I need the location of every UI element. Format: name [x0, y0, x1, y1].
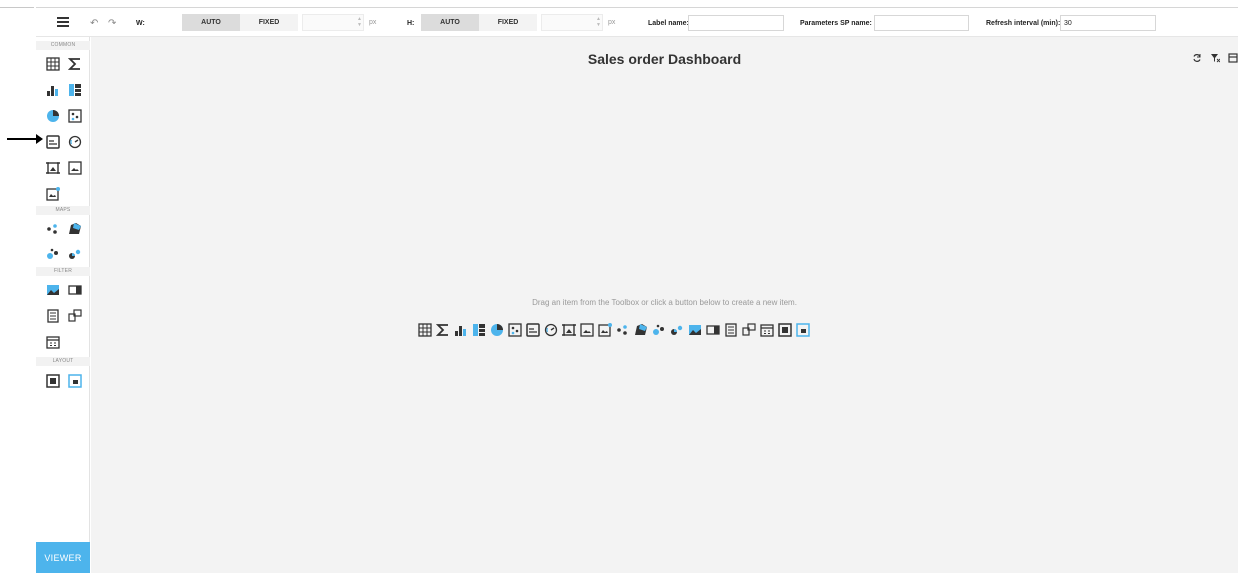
- section-filter: FILTER: [36, 267, 90, 276]
- choropleth-icon[interactable]: [68, 222, 82, 236]
- tree-view-icon[interactable]: [742, 323, 756, 337]
- refresh-interval-input[interactable]: [1060, 15, 1156, 31]
- text-box-icon[interactable]: [46, 187, 60, 201]
- group-icon[interactable]: [46, 374, 60, 388]
- width-input[interactable]: ▲ ▼: [302, 14, 364, 31]
- create-item-buttons: [418, 323, 810, 337]
- gauge-icon[interactable]: [68, 135, 82, 149]
- viewer-button[interactable]: VIEWER: [36, 542, 90, 573]
- width-fixed-button[interactable]: FIXED: [240, 14, 298, 31]
- empty-canvas-hint: Drag an item from the Toolbox or click a…: [532, 298, 797, 307]
- bar-chart-icon[interactable]: [46, 83, 60, 97]
- pie-map-icon[interactable]: [68, 247, 82, 261]
- treemap-icon[interactable]: [68, 83, 82, 97]
- section-layout: LAYOUT: [36, 357, 90, 366]
- tab-container-icon[interactable]: [796, 323, 810, 337]
- sp-name-label: Parameters SP name:: [800, 19, 872, 27]
- choropleth-icon[interactable]: [634, 323, 648, 337]
- sp-name-input[interactable]: [874, 15, 969, 31]
- calendar-icon[interactable]: [760, 323, 774, 337]
- combo-box-icon[interactable]: [706, 323, 720, 337]
- refresh-interval-label: Refresh interval (min):: [986, 19, 1061, 27]
- section-maps: MAPS: [36, 206, 90, 215]
- dashboard-designer: ↶ ↷ W: AUTO FIXED ▲ ▼ px H: AUTO FIXED ▲ ▼…: [0, 0, 1238, 573]
- card-icon[interactable]: [46, 135, 60, 149]
- sigma-icon[interactable]: [436, 323, 450, 337]
- redo-button[interactable]: ↷: [108, 8, 116, 38]
- annotation-arrow-head: [36, 134, 43, 144]
- bar-chart-icon[interactable]: [454, 323, 468, 337]
- undo-button[interactable]: ↶: [90, 8, 98, 38]
- refresh-icon[interactable]: [1192, 53, 1202, 63]
- clear-filter-icon[interactable]: [1210, 53, 1220, 63]
- pie-chart-icon[interactable]: [46, 109, 60, 123]
- top-toolbar: ↶ ↷ W: AUTO FIXED ▲ ▼ px H: AUTO FIXED ▲ ▼…: [36, 7, 1238, 37]
- annotation-arrow: [7, 138, 37, 140]
- redo-icon: ↷: [108, 17, 117, 29]
- label-name-input[interactable]: [688, 15, 784, 31]
- height-spinner-icon[interactable]: ▲ ▼: [596, 16, 601, 28]
- label-name-label: Label name:: [648, 19, 689, 27]
- dashboard-canvas[interactable]: Sales order Dashboard Drag an item from …: [91, 37, 1238, 573]
- height-input[interactable]: ▲ ▼: [541, 14, 603, 31]
- grid-icon[interactable]: [418, 323, 432, 337]
- top-edge-line: [0, 7, 34, 8]
- scatter-icon[interactable]: [68, 109, 82, 123]
- tab-container-icon[interactable]: [68, 374, 82, 388]
- range-filter-icon[interactable]: [46, 283, 60, 297]
- gauge-icon[interactable]: [544, 323, 558, 337]
- grid-icon[interactable]: [46, 57, 60, 71]
- bubble-map-icon[interactable]: [652, 323, 666, 337]
- undo-icon: ↶: [90, 17, 99, 29]
- list-box-icon[interactable]: [724, 323, 738, 337]
- list-box-icon[interactable]: [46, 309, 60, 323]
- geo-point-icon[interactable]: [616, 323, 630, 337]
- bound-image-icon[interactable]: [562, 323, 576, 337]
- height-unit: px: [608, 19, 616, 26]
- width-label: W:: [136, 19, 145, 27]
- text-box-icon[interactable]: [598, 323, 612, 337]
- title-toolbar: [1192, 53, 1238, 63]
- pie-chart-icon[interactable]: [490, 323, 504, 337]
- section-common: COMMON: [36, 41, 90, 50]
- image-icon[interactable]: [580, 323, 594, 337]
- tree-view-icon[interactable]: [68, 309, 82, 323]
- bubble-map-icon[interactable]: [46, 247, 60, 261]
- height-fixed-button[interactable]: FIXED: [479, 14, 537, 31]
- bound-image-icon[interactable]: [46, 161, 60, 175]
- pie-map-icon[interactable]: [670, 323, 684, 337]
- image-icon[interactable]: [68, 161, 82, 175]
- scatter-icon[interactable]: [508, 323, 522, 337]
- height-label: H:: [407, 19, 415, 27]
- sigma-icon[interactable]: [68, 57, 82, 71]
- width-unit: px: [369, 19, 377, 26]
- combo-box-icon[interactable]: [68, 283, 82, 297]
- toolbox-sidebar: COMMON MAPS FILTER LAYOUT VIEWER: [36, 37, 90, 573]
- width-spinner-icon[interactable]: ▲ ▼: [357, 16, 362, 28]
- export-icon[interactable]: [1228, 53, 1238, 63]
- calendar-icon[interactable]: [46, 335, 60, 349]
- width-auto-button[interactable]: AUTO: [182, 14, 240, 31]
- card-icon[interactable]: [526, 323, 540, 337]
- range-filter-icon[interactable]: [688, 323, 702, 337]
- height-auto-button[interactable]: AUTO: [421, 14, 479, 31]
- menu-icon[interactable]: [57, 16, 69, 28]
- dashboard-title: Sales order Dashboard: [587, 51, 742, 67]
- geo-point-icon[interactable]: [46, 222, 60, 236]
- group-icon[interactable]: [778, 323, 792, 337]
- treemap-icon[interactable]: [472, 323, 486, 337]
